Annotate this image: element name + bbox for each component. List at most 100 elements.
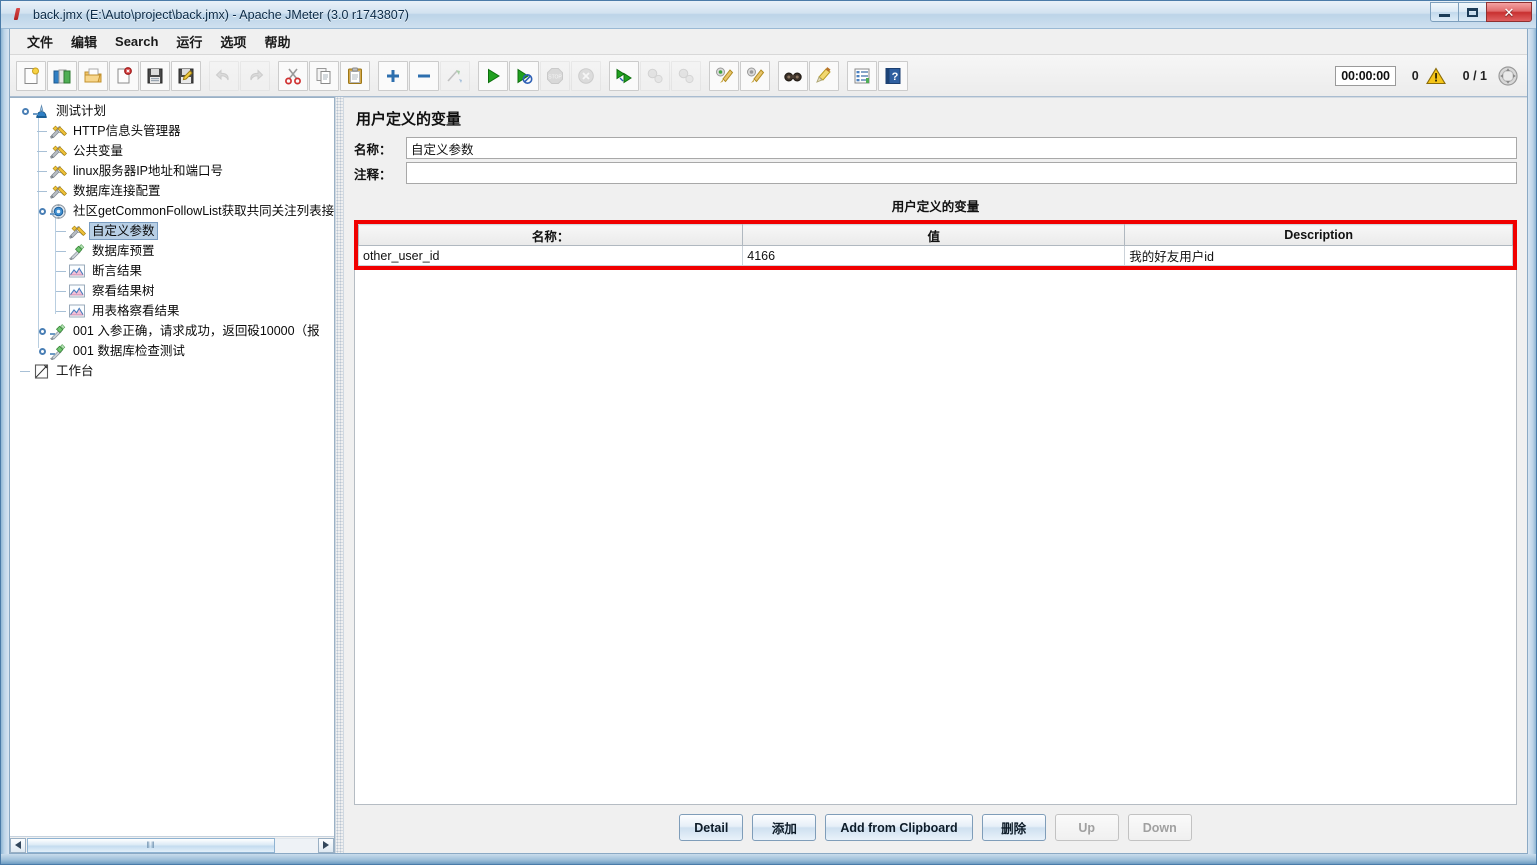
delete-button[interactable]: 删除 — [981, 814, 1046, 841]
tree-scroll-thumb[interactable]: ‖‖ — [27, 837, 275, 853]
down-button[interactable]: Down — [1127, 814, 1192, 841]
stop-remote-all-icon[interactable] — [640, 60, 670, 91]
cell-description[interactable]: 我的好友用户id — [1124, 245, 1513, 266]
shutdown-icon[interactable] — [571, 60, 601, 91]
tree-node-label[interactable]: 测试计划 — [53, 102, 109, 120]
tree-node-11[interactable]: 001 入参正确，请求成功，返回砓10000（报 — [10, 321, 334, 341]
detail-button[interactable]: Detail — [679, 814, 744, 841]
menu-file[interactable]: 文件 — [18, 29, 62, 54]
tree-node-label[interactable]: 数据库预置 — [89, 242, 158, 260]
tree-node-label[interactable]: 001 入参正确，请求成功，返回砓10000（报 — [70, 322, 323, 340]
expand-all-icon[interactable] — [378, 60, 408, 91]
tree-horizontal-scrollbar[interactable]: ‖‖ — [10, 836, 334, 853]
tree-node-0[interactable]: 测试计划 — [10, 101, 334, 121]
split-divider[interactable] — [335, 97, 344, 853]
start-no-pauses-icon[interactable] — [509, 60, 539, 91]
table-row[interactable]: other_user_id 4166 我的好友用户id — [357, 245, 1513, 266]
clear-all-icon[interactable] — [740, 60, 770, 91]
save-as-icon[interactable] — [171, 60, 201, 91]
cut-icon[interactable] — [278, 60, 308, 91]
tree-scroll-track[interactable] — [275, 837, 318, 853]
toggle-icon[interactable] — [440, 60, 470, 91]
tree-node-5[interactable]: 社区getCommonFollowList获取共同关注列表接 — [10, 201, 334, 221]
undo-icon[interactable] — [209, 60, 239, 91]
column-header-description[interactable]: Description — [1124, 224, 1513, 246]
thread-group-icon — [49, 203, 67, 220]
save-icon[interactable] — [140, 60, 170, 91]
collapse-all-icon[interactable] — [409, 60, 439, 91]
tree-expand-handle-closed[interactable] — [35, 324, 55, 338]
tree-node-label[interactable]: 001 数据库检查测试 — [70, 342, 188, 360]
tree-node-8[interactable]: 断言结果 — [10, 261, 334, 281]
clear-icon[interactable] — [709, 60, 739, 91]
scroll-right-icon[interactable] — [318, 837, 334, 853]
function-helper-icon[interactable] — [847, 60, 877, 91]
help-icon[interactable]: ? — [878, 60, 908, 91]
search-icon[interactable] — [778, 60, 808, 91]
tree-node-label[interactable]: HTTP信息头管理器 — [70, 122, 184, 140]
menu-run[interactable]: 运行 — [167, 29, 211, 54]
scroll-left-icon[interactable] — [10, 837, 26, 853]
name-field[interactable] — [406, 137, 1517, 159]
maximize-button[interactable] — [1458, 2, 1487, 22]
table-action-buttons: Detail 添加 Add from Clipboard 删除 Up Down — [354, 805, 1517, 847]
tree-node-label[interactable]: 社区getCommonFollowList获取共同关注列表接 — [70, 202, 334, 220]
tree-node-2[interactable]: 公共变量 — [10, 141, 334, 161]
templates-icon[interactable] — [47, 60, 77, 91]
remote-engines-icon[interactable] — [1497, 65, 1519, 87]
tree-node-label[interactable]: 工作台 — [53, 362, 97, 380]
tree-node-label[interactable]: 数据库连接配置 — [70, 182, 164, 200]
column-header-value[interactable]: 值 — [742, 224, 1126, 246]
menu-options[interactable]: 选项 — [211, 29, 255, 54]
close-icon[interactable] — [109, 60, 139, 91]
shutdown-remote-all-icon[interactable] — [671, 60, 701, 91]
menu-help[interactable]: 帮助 — [255, 29, 299, 54]
tree-node-13[interactable]: 工作台 — [10, 361, 334, 381]
comment-field[interactable] — [406, 162, 1517, 184]
redo-icon[interactable] — [240, 60, 270, 91]
tree-node-label[interactable]: 公共变量 — [70, 142, 126, 160]
tree-expand-handle-closed[interactable] — [35, 344, 55, 358]
menu-edit[interactable]: 编辑 — [62, 29, 106, 54]
tree-node-label[interactable]: 用表格察看结果 — [89, 302, 183, 320]
new-icon[interactable] — [16, 60, 46, 91]
up-button[interactable]: Up — [1054, 814, 1119, 841]
warning-triangle-icon[interactable] — [1425, 66, 1447, 86]
tree-node-10[interactable]: 用表格察看结果 — [10, 301, 334, 321]
tree-node-1[interactable]: HTTP信息头管理器 — [10, 121, 334, 141]
search-reset-icon[interactable] — [809, 60, 839, 91]
table-empty-area[interactable] — [354, 270, 1517, 805]
tree-node-label[interactable]: 断言结果 — [89, 262, 145, 280]
close-button[interactable]: ✕ — [1486, 2, 1532, 22]
tree-node-6[interactable]: 自定义参数 — [10, 221, 334, 241]
cell-value[interactable]: 4166 — [742, 245, 1126, 266]
open-icon[interactable] — [78, 60, 108, 91]
copy-icon[interactable] — [309, 60, 339, 91]
minimize-button[interactable] — [1430, 2, 1459, 22]
tree-node-label[interactable]: 自定义参数 — [89, 222, 158, 240]
tree-node-3[interactable]: linux服务器IP地址和端口号 — [10, 161, 334, 181]
column-header-name[interactable]: 名称： — [357, 224, 744, 246]
add-from-clipboard-button[interactable]: Add from Clipboard — [825, 814, 973, 841]
stop-icon[interactable]: STOP — [540, 60, 570, 91]
paste-icon[interactable] — [340, 60, 370, 91]
tree-expand-handle-open[interactable] — [18, 104, 38, 118]
start-icon[interactable] — [478, 60, 508, 91]
tree-node-label[interactable]: linux服务器IP地址和端口号 — [70, 162, 226, 180]
tree-node-12[interactable]: 001 数据库检查测试 — [10, 341, 334, 361]
cell-name[interactable]: other_user_id — [357, 245, 744, 266]
variables-table[interactable]: 名称： 值 Description other_user_id 4166 我的好… — [357, 224, 1513, 266]
test-plan-tree[interactable]: 测试计划 HTTP信息头管理器 公共变量 linux服务器IP地址和端口号 数据库连接配… — [10, 98, 334, 836]
tree-node-9[interactable]: 察看结果树 — [10, 281, 334, 301]
tree-node-4[interactable]: 数据库连接配置 — [10, 181, 334, 201]
start-remote-all-icon[interactable] — [609, 60, 639, 91]
tree-node-label[interactable]: 察看结果树 — [89, 282, 158, 300]
tree-expand-handle-open[interactable] — [35, 204, 55, 218]
add-button[interactable]: 添加 — [752, 814, 817, 841]
tree-node-7[interactable]: 数据库预置 — [10, 241, 334, 261]
tree-node-leaf-marker — [54, 224, 68, 238]
menu-search[interactable]: Search — [106, 31, 167, 52]
